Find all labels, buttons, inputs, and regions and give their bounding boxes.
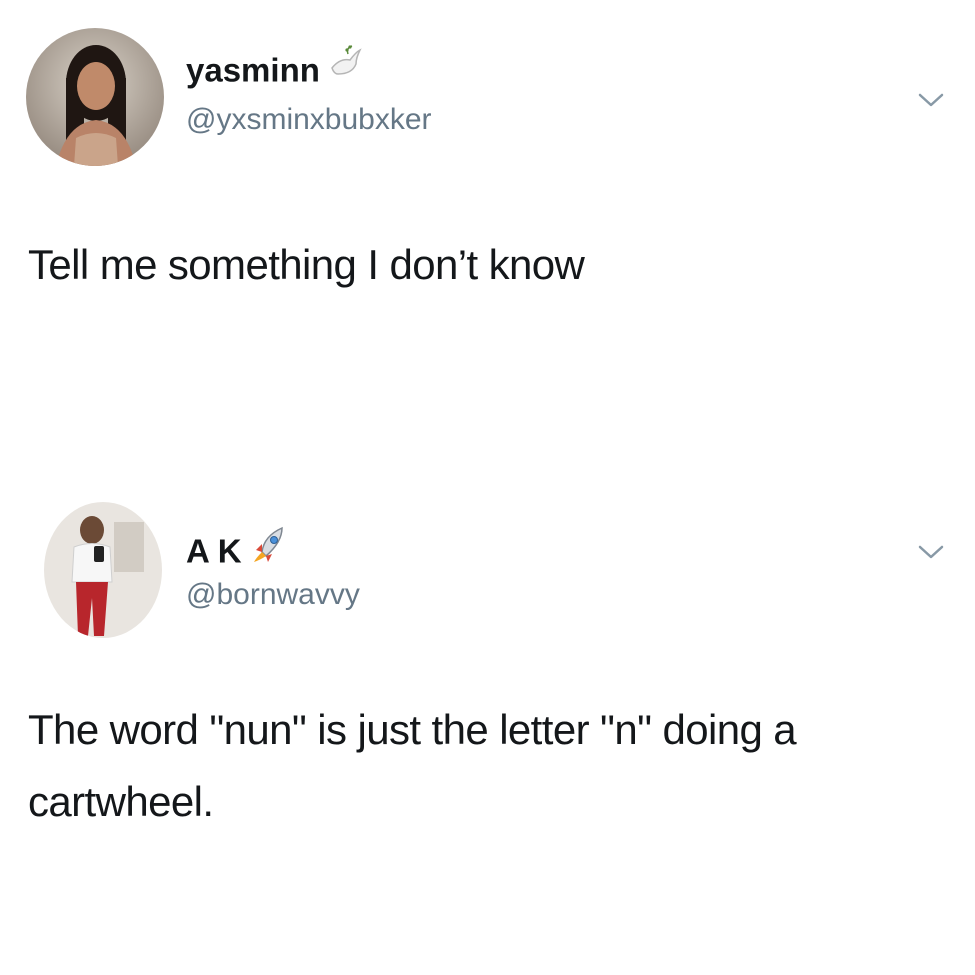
avatar[interactable]: [26, 28, 164, 166]
handle[interactable]: @yxsminxbubxker: [186, 103, 432, 137]
handle[interactable]: @bornwavvy: [186, 578, 360, 612]
display-name-text: A K: [186, 532, 242, 570]
tweet-text: The word "nun" is just the letter "n" do…: [28, 706, 797, 825]
chevron-down-icon[interactable]: [917, 542, 945, 562]
avatar-photo: [26, 28, 164, 166]
display-name[interactable]: A K: [186, 526, 292, 580]
rocket-icon: [248, 522, 292, 574]
chevron-down-icon[interactable]: [917, 90, 945, 110]
dove-icon: [326, 44, 364, 90]
tweet-text: Tell me something I don’t know: [28, 241, 585, 288]
display-name-text: yasminn: [186, 51, 320, 89]
avatar-photo: [44, 502, 162, 638]
display-name[interactable]: yasminn: [186, 45, 364, 96]
avatar[interactable]: [44, 502, 162, 638]
